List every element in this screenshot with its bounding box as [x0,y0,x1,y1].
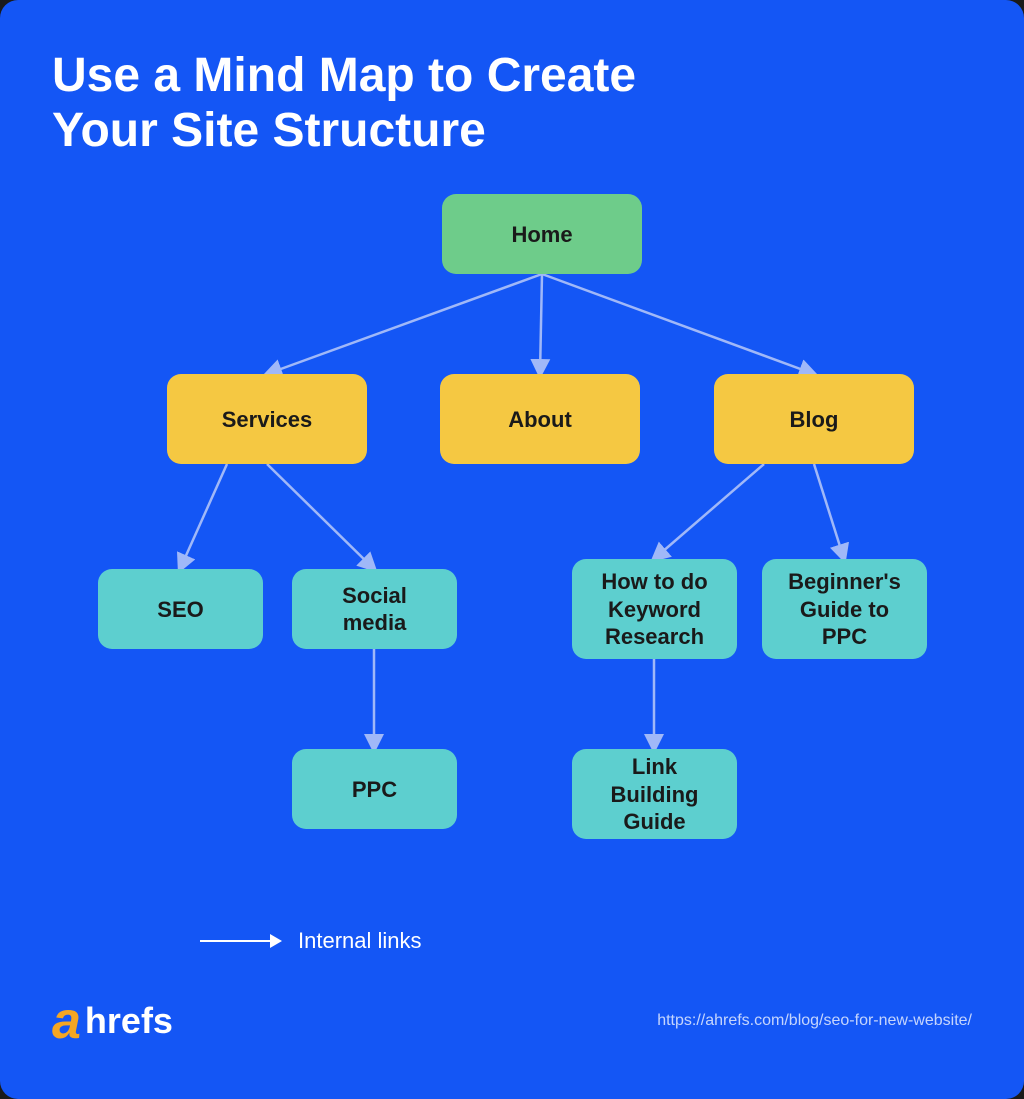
node-seo: SEO [98,569,263,649]
node-services-label: Services [222,406,313,434]
node-ppc-guide: Beginner'sGuide to PPC [762,559,927,659]
arrow-icon [200,934,282,948]
ahrefs-url: https://ahrefs.com/blog/seo-for-new-webs… [657,1012,972,1030]
node-keyword-research-label: How to doKeywordResearch [601,568,707,651]
node-keyword-research: How to doKeywordResearch [572,559,737,659]
ahrefs-logo: a hrefs [52,995,173,1047]
node-social-media-label: Social media [308,582,441,637]
node-social-media: Social media [292,569,457,649]
node-blog: Blog [714,374,914,464]
node-home: Home [442,194,642,274]
node-link-building-label: Link BuildingGuide [588,753,721,836]
node-blog-label: Blog [790,406,839,434]
page-title: Use a Mind Map to CreateYour Site Struct… [52,48,752,158]
node-home-label: Home [511,221,572,249]
node-ppc-label: PPC [352,776,397,804]
connector-lines [52,194,972,914]
ahrefs-logo-a: a [52,995,81,1047]
node-seo-label: SEO [157,596,203,624]
node-services: Services [167,374,367,464]
internal-links-legend: Internal links [200,928,422,954]
node-about-label: About [508,406,572,434]
footer: a hrefs https://ahrefs.com/blog/seo-for-… [52,995,972,1047]
node-ppc: PPC [292,749,457,829]
node-about: About [440,374,640,464]
mindmap: Home Services About Blog SEO Social medi… [52,194,972,914]
ahrefs-logo-text: hrefs [85,1003,173,1039]
internal-links-label: Internal links [298,928,422,954]
node-ppc-guide-label: Beginner'sGuide to PPC [778,568,911,651]
node-link-building: Link BuildingGuide [572,749,737,839]
card: Use a Mind Map to CreateYour Site Struct… [0,0,1024,1099]
